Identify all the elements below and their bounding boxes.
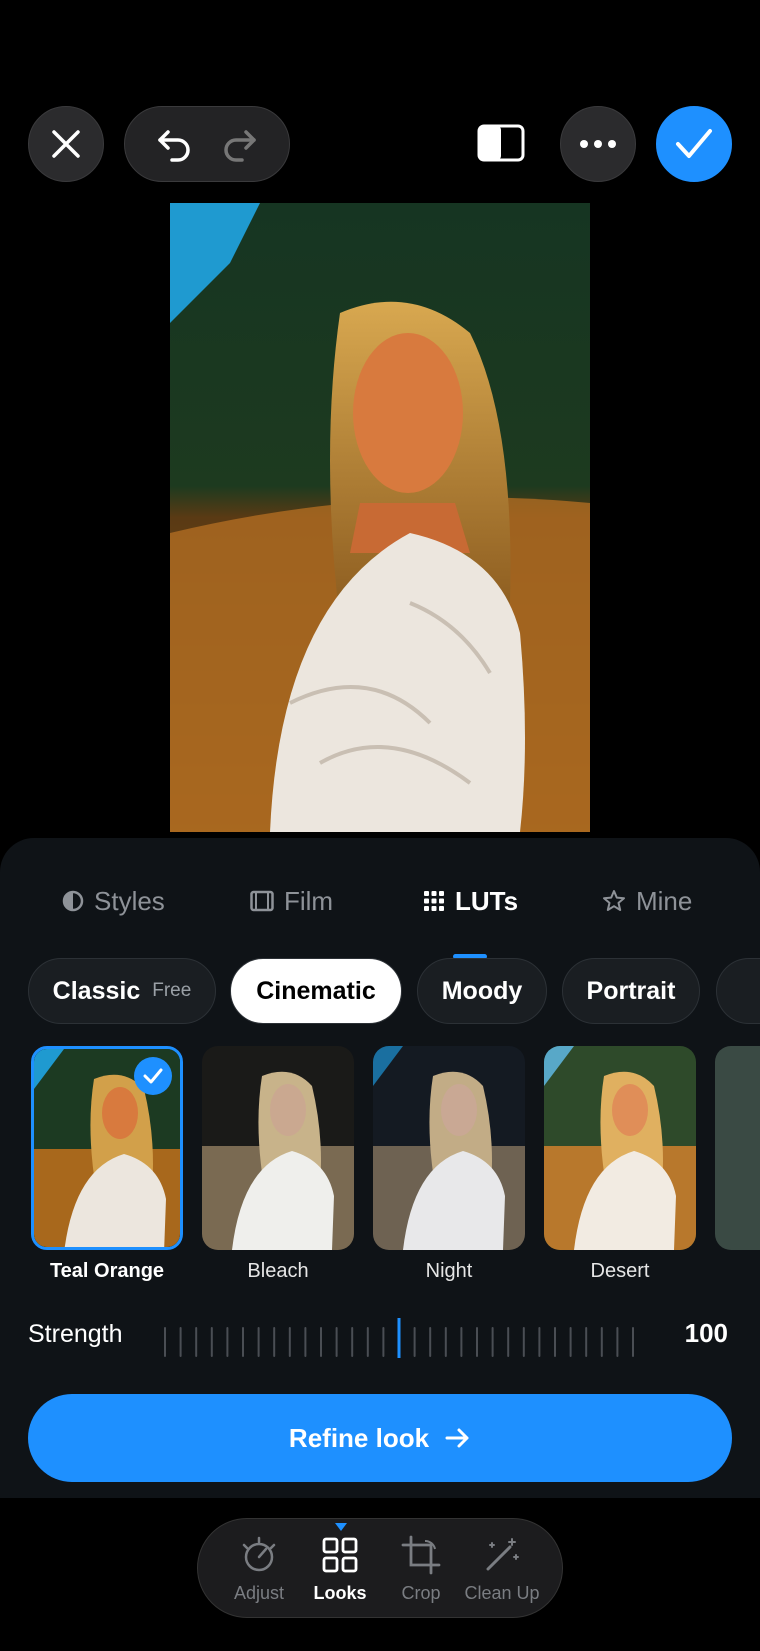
dial-icon bbox=[239, 1535, 279, 1575]
chip-sublabel: Free bbox=[152, 980, 192, 1001]
look-bleach[interactable]: Bleach bbox=[202, 1046, 354, 1283]
look-label: Teal Orange bbox=[49, 1260, 165, 1282]
tab-label: Mine bbox=[636, 885, 693, 916]
undo-icon[interactable] bbox=[154, 126, 194, 162]
nav-label: Crop bbox=[401, 1583, 441, 1603]
nav-label: Clean Up bbox=[464, 1583, 540, 1603]
more-icon bbox=[578, 139, 618, 149]
look-night[interactable]: Night bbox=[373, 1046, 525, 1283]
look-presets: Teal Orange Bleach Night Desert bbox=[0, 1046, 760, 1296]
half-circle-icon bbox=[62, 890, 84, 912]
chip-more[interactable] bbox=[716, 958, 760, 1024]
photo-preview[interactable] bbox=[170, 203, 590, 832]
strength-control: Strength 100 bbox=[0, 1306, 760, 1366]
redo-icon[interactable] bbox=[220, 126, 260, 162]
tab-label: Film bbox=[284, 885, 334, 916]
tab-label: LUTs bbox=[455, 885, 519, 916]
refine-label: Refine look bbox=[288, 1422, 430, 1453]
checkmark-icon bbox=[143, 1067, 163, 1085]
checkmark-icon bbox=[674, 126, 714, 162]
tab-styles[interactable]: Styles bbox=[62, 876, 165, 926]
chip-label: Cinematic bbox=[256, 976, 376, 1005]
chip-label: Classic bbox=[52, 976, 141, 1005]
look-thumbnail bbox=[715, 1046, 760, 1250]
look-label: Desert bbox=[590, 1260, 650, 1282]
tab-film[interactable]: Film bbox=[250, 876, 333, 926]
chip-cinematic[interactable]: Cinematic bbox=[230, 958, 402, 1024]
chip-label: Portrait bbox=[586, 976, 676, 1005]
nav-clean-up[interactable]: Clean Up bbox=[462, 1535, 542, 1604]
history-controls bbox=[124, 106, 290, 182]
close-button[interactable] bbox=[28, 106, 104, 182]
nav-adjust[interactable]: Adjust bbox=[219, 1535, 299, 1604]
strength-slider[interactable] bbox=[164, 1316, 634, 1366]
tab-label: Styles bbox=[94, 885, 165, 916]
filter-chips: Classic Free Cinematic Moody Portrait bbox=[28, 958, 760, 1024]
looks-grid-icon bbox=[320, 1535, 360, 1575]
chip-label: Moody bbox=[441, 976, 523, 1005]
nav-looks[interactable]: Looks bbox=[300, 1535, 380, 1604]
chip-moody[interactable]: Moody bbox=[417, 958, 547, 1024]
looks-panel: Styles Film LUTs Mine Classic Free Cinem… bbox=[0, 838, 760, 1498]
tab-luts[interactable]: LUTs bbox=[423, 876, 518, 926]
look-thumbnail bbox=[373, 1046, 525, 1250]
look-desert[interactable]: Desert bbox=[544, 1046, 696, 1283]
arrow-right-icon bbox=[445, 1427, 471, 1449]
crop-icon bbox=[401, 1535, 441, 1575]
selected-check bbox=[134, 1057, 172, 1095]
film-icon bbox=[250, 890, 274, 912]
bottom-nav: Adjust Looks Crop Clean Up bbox=[197, 1518, 563, 1618]
chip-portrait[interactable]: Portrait bbox=[562, 958, 700, 1024]
compare-icon[interactable] bbox=[477, 124, 525, 162]
close-icon bbox=[48, 126, 84, 162]
magic-wand-icon bbox=[482, 1535, 522, 1575]
nav-crop[interactable]: Crop bbox=[381, 1535, 461, 1604]
star-icon bbox=[602, 889, 626, 913]
nav-label: Looks bbox=[313, 1583, 367, 1603]
confirm-button[interactable] bbox=[656, 106, 732, 182]
strength-label: Strength bbox=[28, 1320, 123, 1348]
look-next[interactable] bbox=[715, 1046, 760, 1250]
grid-icon bbox=[423, 890, 445, 912]
refine-look-button[interactable]: Refine look bbox=[28, 1394, 732, 1482]
chip-classic[interactable]: Classic Free bbox=[28, 958, 216, 1024]
look-thumbnail bbox=[202, 1046, 354, 1250]
look-thumbnail bbox=[31, 1046, 183, 1250]
nav-label: Adjust bbox=[233, 1583, 285, 1603]
look-thumbnail bbox=[544, 1046, 696, 1250]
top-toolbar bbox=[0, 104, 760, 184]
look-label: Night bbox=[425, 1260, 473, 1282]
tab-mine[interactable]: Mine bbox=[602, 876, 692, 926]
strength-value: 100 bbox=[684, 1318, 728, 1348]
look-teal-orange[interactable]: Teal Orange bbox=[31, 1046, 183, 1283]
nav-active-indicator bbox=[335, 1523, 347, 1531]
more-button[interactable] bbox=[560, 106, 636, 182]
look-label: Bleach bbox=[247, 1260, 309, 1282]
category-tabs: Styles Film LUTs Mine bbox=[0, 876, 760, 959]
